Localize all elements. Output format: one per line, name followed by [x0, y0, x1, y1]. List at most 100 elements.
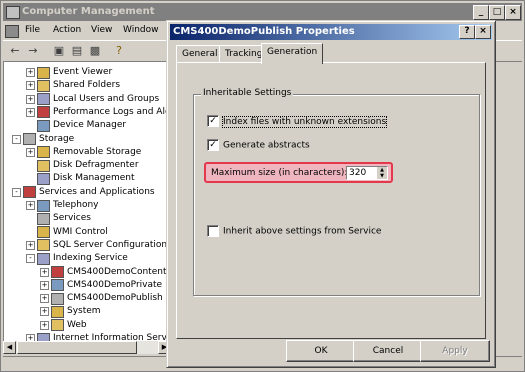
- tree-item-label[interactable]: SQL Server Configuration Manager: [53, 240, 170, 250]
- tab-general[interactable]: General: [176, 45, 224, 63]
- expand-icon[interactable]: +: [26, 240, 35, 250]
- tree-item-label[interactable]: Storage: [39, 134, 74, 144]
- scroll-left-icon[interactable]: ◀: [3, 341, 16, 354]
- dialog-close-button[interactable]: ×: [475, 25, 491, 39]
- expand-icon[interactable]: +: [26, 81, 35, 91]
- tree-item-label[interactable]: CMS400DemoPrivate: [67, 280, 162, 290]
- console-icon[interactable]: [5, 25, 19, 38]
- tree-item-label[interactable]: WMI Control: [53, 227, 108, 237]
- tree-item-shared-folders[interactable]: + Shared Folders: [26, 79, 120, 92]
- tree-item-sql-server-configuration-manager[interactable]: + SQL Server Configuration Manager: [26, 239, 170, 252]
- expand-icon[interactable]: +: [26, 107, 35, 117]
- tree-item-label[interactable]: Disk Defragmenter: [53, 160, 139, 170]
- tree-item-label[interactable]: CMS400DemoPublish: [67, 293, 163, 303]
- tree-item-label[interactable]: System: [67, 306, 101, 316]
- collapse-icon[interactable]: -: [12, 134, 21, 144]
- tree-item-system[interactable]: + System: [40, 305, 101, 318]
- apply-button[interactable]: Apply: [420, 340, 490, 362]
- back-arrow-icon[interactable]: ←: [7, 44, 23, 58]
- tree-item-label[interactable]: Telephony: [53, 200, 99, 210]
- expand-icon[interactable]: +: [26, 201, 35, 210]
- menu-view[interactable]: View: [91, 25, 112, 35]
- tree-item-label[interactable]: Indexing Service: [53, 253, 128, 263]
- generate-abstracts-label[interactable]: Generate abstracts: [223, 141, 310, 151]
- ok-button[interactable]: OK: [286, 340, 356, 362]
- services-apps-icon: [23, 186, 36, 199]
- tree-item-device-manager[interactable]: Device Manager: [26, 119, 126, 132]
- show-hide-tree-icon[interactable]: ▤: [69, 44, 85, 58]
- tree-item-label[interactable]: Device Manager: [53, 120, 126, 130]
- spinner-buttons: ▲ ▼: [377, 167, 387, 179]
- index-unknown-row[interactable]: ✓ Index files with unknown extensions: [207, 115, 388, 128]
- index-unknown-label[interactable]: Index files with unknown extensions: [221, 115, 388, 128]
- forward-arrow-icon[interactable]: →: [25, 44, 41, 58]
- services-icon: [37, 212, 50, 225]
- tree-item-event-viewer[interactable]: + Event Viewer: [26, 66, 112, 79]
- menu-file[interactable]: File: [25, 25, 40, 35]
- tree-item-wmi-control[interactable]: WMI Control: [26, 226, 108, 239]
- expand-icon[interactable]: +: [26, 94, 35, 104]
- tree-item-removable-storage[interactable]: + Removable Storage: [26, 146, 141, 159]
- console-tree[interactable]: + Event Viewer + Shared Folders + Local Users…: [3, 61, 171, 342]
- properties-icon[interactable]: ▩: [87, 44, 103, 58]
- collapse-icon[interactable]: -: [12, 187, 21, 197]
- minimize-button[interactable]: _: [473, 5, 489, 20]
- collapse-icon[interactable]: -: [26, 254, 35, 264]
- scroll-thumb[interactable]: [17, 341, 137, 354]
- spin-down-icon[interactable]: ▼: [377, 173, 387, 179]
- removable-storage-icon: [37, 146, 50, 159]
- tree-item-performance-logs-and-alerts[interactable]: + Performance Logs and Alerts: [26, 106, 170, 119]
- tab-generation[interactable]: Generation: [261, 43, 324, 64]
- tree-item-label[interactable]: Web: [67, 320, 87, 330]
- menu-window[interactable]: Window: [123, 25, 159, 35]
- inherit-label[interactable]: Inherit above settings from Service: [223, 227, 381, 237]
- generate-abstracts-checkbox[interactable]: ✓: [207, 139, 219, 151]
- tree-item-label[interactable]: Services: [53, 213, 91, 223]
- maximize-button[interactable]: □: [489, 5, 505, 20]
- tree-item-telephony[interactable]: + Telephony: [26, 199, 99, 212]
- tree-item-indexing-service[interactable]: - Indexing Service: [26, 252, 128, 265]
- tree-item-web[interactable]: + Web: [40, 319, 87, 332]
- expand-icon[interactable]: +: [40, 280, 49, 290]
- tree-item-cms400demoprivate[interactable]: + CMS400DemoPrivate: [40, 279, 162, 292]
- close-button[interactable]: ×: [505, 5, 521, 20]
- expand-icon[interactable]: +: [26, 68, 35, 77]
- tree-item-label[interactable]: Removable Storage: [53, 147, 141, 157]
- tree-item-label[interactable]: Event Viewer: [53, 67, 112, 77]
- main-title-bar[interactable]: Computer Management _ □ ×: [3, 3, 522, 21]
- expand-icon[interactable]: +: [40, 267, 49, 277]
- expand-icon[interactable]: +: [40, 320, 49, 330]
- cancel-button[interactable]: Cancel: [353, 340, 423, 362]
- expand-icon[interactable]: +: [40, 307, 49, 317]
- tree-item-local-users-and-groups[interactable]: + Local Users and Groups: [26, 93, 159, 106]
- expand-icon[interactable]: +: [40, 294, 49, 304]
- event-viewer-icon: [37, 66, 50, 79]
- expand-icon[interactable]: +: [26, 147, 35, 157]
- tree-item-label[interactable]: Services and Applications: [39, 187, 155, 197]
- telephony-icon: [37, 199, 50, 212]
- horizontal-scrollbar[interactable]: ◀ ▶: [3, 341, 171, 354]
- menu-action[interactable]: Action: [53, 25, 81, 35]
- up-folder-icon[interactable]: ▣: [51, 44, 67, 58]
- tree-item-disk-management[interactable]: Disk Management: [26, 172, 134, 185]
- tree-item-services[interactable]: Services: [26, 212, 91, 225]
- tree-item-storage[interactable]: - Storage: [12, 133, 74, 146]
- max-size-value[interactable]: 320: [349, 168, 366, 178]
- max-size-spinner[interactable]: 320 ▲ ▼: [346, 166, 388, 180]
- inherit-row[interactable]: Inherit above settings from Service: [207, 225, 381, 238]
- tree-item-services-and-applications[interactable]: - Services and Applications: [12, 186, 155, 199]
- tree-item-cms400demopublish[interactable]: + CMS400DemoPublish: [40, 292, 163, 305]
- tree-item-label[interactable]: Local Users and Groups: [53, 94, 159, 104]
- dialog-title-bar[interactable]: CMS400DemoPublish Properties ? ×: [170, 24, 492, 40]
- tree-item-label[interactable]: Shared Folders: [53, 80, 120, 90]
- generate-abstracts-row[interactable]: ✓ Generate abstracts: [207, 139, 310, 152]
- inherit-checkbox[interactable]: [207, 225, 219, 237]
- tree-item-cms400democontent[interactable]: + CMS400DemoContent: [40, 266, 166, 279]
- help-icon[interactable]: ?: [111, 44, 127, 58]
- tree-item-label[interactable]: CMS400DemoContent: [67, 267, 166, 277]
- tree-item-label[interactable]: Performance Logs and Alerts: [53, 107, 170, 117]
- help-button[interactable]: ?: [459, 25, 475, 39]
- index-unknown-checkbox[interactable]: ✓: [207, 115, 219, 127]
- tree-item-disk-defragmenter[interactable]: Disk Defragmenter: [26, 159, 139, 172]
- tree-item-label[interactable]: Disk Management: [53, 173, 134, 183]
